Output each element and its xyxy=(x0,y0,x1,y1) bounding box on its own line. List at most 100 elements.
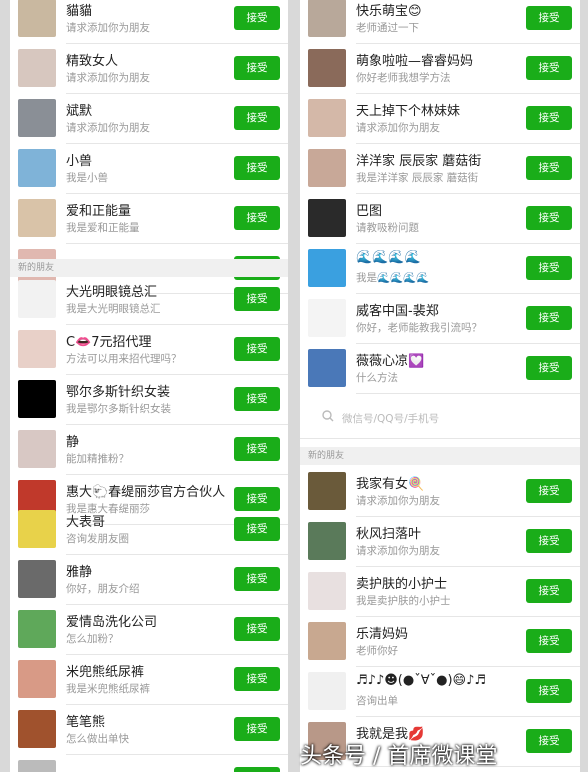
friend-request-row[interactable]: 爱和正能量 我是爱和正能量 接受 xyxy=(10,194,288,244)
avatar[interactable] xyxy=(308,522,346,560)
friend-request-row[interactable]: 小兽 我是小兽 接受 xyxy=(10,144,288,194)
friend-name: 雅静 xyxy=(66,565,93,580)
avatar[interactable] xyxy=(18,430,56,468)
friend-request-row[interactable]: 鄂尔多斯针织女装 我是鄂尔多斯针织女装 接受 xyxy=(10,375,288,425)
avatar[interactable] xyxy=(308,149,346,187)
friend-request-row[interactable]: 薇薇心凉💟 什么方法 接受 xyxy=(300,344,580,394)
accept-button[interactable]: 接受 xyxy=(526,6,572,30)
avatar[interactable] xyxy=(18,99,56,137)
friend-request-row[interactable]: 接受 xyxy=(10,755,288,772)
accept-button[interactable]: 接受 xyxy=(234,156,280,180)
accept-button[interactable]: 接受 xyxy=(234,767,280,772)
avatar[interactable] xyxy=(18,710,56,748)
friend-request-row[interactable]: 快乐萌宝😊 老师通过一下 接受 xyxy=(300,0,580,44)
friend-request-row[interactable]: 我家有女🍭 请求添加你为朋友 接受 xyxy=(300,467,580,517)
accept-button[interactable]: 接受 xyxy=(526,479,572,503)
request-message: 你好老师我想学方法 xyxy=(356,72,451,84)
avatar[interactable] xyxy=(18,610,56,648)
avatar[interactable] xyxy=(18,49,56,87)
friend-name: 惠大🐑春缇丽莎官方合伙人 xyxy=(66,485,226,500)
accept-button[interactable]: 接受 xyxy=(234,667,280,691)
avatar[interactable] xyxy=(308,572,346,610)
request-message: 请求添加你为朋友 xyxy=(66,72,150,84)
accept-button[interactable]: 接受 xyxy=(526,679,572,703)
avatar[interactable] xyxy=(18,330,56,368)
accept-button[interactable]: 接受 xyxy=(234,517,280,541)
accept-button[interactable]: 接受 xyxy=(526,629,572,653)
friend-request-row[interactable]: 乐清妈妈 老师你好 接受 xyxy=(300,617,580,667)
friend-request-row[interactable]: 米兜熊纸尿裤 我是米兜熊纸尿裤 接受 xyxy=(10,655,288,705)
request-message: 我是洋洋家 辰辰家 蘑菇街 xyxy=(356,172,479,184)
avatar[interactable] xyxy=(18,760,56,772)
friend-request-row[interactable]: C👄7元招代理 方法可以用来招代理吗？ 接受 xyxy=(10,325,288,375)
friend-request-row[interactable]: 威客中国-裴郑 你好，老师能教我引流吗？ 接受 xyxy=(300,294,580,344)
right-new-friends-panel: 快乐萌宝😊 老师通过一下 接受 萌象啦啦—睿睿妈妈 你好老师我想学方法 接受 天上掉下个林妹… xyxy=(300,0,580,772)
friend-request-row[interactable]: 雅静 你好，朋友介绍 接受 xyxy=(10,555,288,605)
avatar[interactable] xyxy=(18,660,56,698)
avatar[interactable] xyxy=(308,99,346,137)
accept-button[interactable]: 接受 xyxy=(526,206,572,230)
friend-request-row[interactable]: 卖护肤的小护士 我是卖护肤的小护士 接受 xyxy=(300,567,580,617)
accept-button[interactable]: 接受 xyxy=(234,437,280,461)
avatar[interactable] xyxy=(308,472,346,510)
friend-request-row[interactable]: 笔笔熊 怎么做出单快 接受 xyxy=(10,705,288,755)
accept-button[interactable]: 接受 xyxy=(234,567,280,591)
friend-request-row[interactable]: 秋风扫落叶 请求添加你为朋友 接受 xyxy=(300,517,580,567)
accept-button[interactable]: 接受 xyxy=(526,579,572,603)
accept-button[interactable]: 接受 xyxy=(526,306,572,330)
avatar[interactable] xyxy=(18,510,56,548)
accept-button[interactable]: 接受 xyxy=(526,256,572,280)
search-bar[interactable]: 微信号/QQ号/手机号 xyxy=(300,398,580,439)
accept-button[interactable]: 接受 xyxy=(234,717,280,741)
avatar[interactable] xyxy=(308,199,346,237)
request-message: 咨询出单 xyxy=(356,695,398,707)
request-message: 请求添加你为朋友 xyxy=(356,545,440,557)
friend-name: 巴图 xyxy=(356,204,383,219)
accept-button[interactable]: 接受 xyxy=(526,356,572,380)
avatar[interactable] xyxy=(308,672,346,710)
friend-request-row[interactable]: 大表哥 咨询发朋友圈 接受 xyxy=(10,505,288,555)
request-message: 请求添加你为朋友 xyxy=(66,22,150,34)
avatar[interactable] xyxy=(308,299,346,337)
accept-button[interactable]: 接受 xyxy=(234,6,280,30)
friend-request-row[interactable]: 大光明眼镜总汇 我是大光明眼镜总汇 接受 xyxy=(10,275,288,325)
friend-request-row[interactable]: 爱情岛洗化公司 怎么加粉？ 接受 xyxy=(10,605,288,655)
accept-button[interactable]: 接受 xyxy=(526,529,572,553)
friend-name: 精致女人 xyxy=(66,54,119,69)
avatar[interactable] xyxy=(308,0,346,37)
request-message: 什么方法 xyxy=(356,372,398,384)
request-message: 怎么加粉？ xyxy=(66,633,119,645)
friend-request-row[interactable]: 静能加精推粉？ 接受 xyxy=(10,425,288,475)
friend-request-row[interactable]: 精致女人请求添加你为朋友 接受 xyxy=(10,44,288,94)
accept-button[interactable]: 接受 xyxy=(234,387,280,411)
friend-request-row[interactable]: 洋洋家 辰辰家 蘑菇街 我是洋洋家 辰辰家 蘑菇街 接受 xyxy=(300,144,580,194)
avatar[interactable] xyxy=(308,49,346,87)
accept-button[interactable]: 接受 xyxy=(526,56,572,80)
accept-button[interactable]: 接受 xyxy=(234,106,280,130)
friend-request-row[interactable]: 巴图 请教吸粉问题 接受 xyxy=(300,194,580,244)
friend-request-row[interactable]: 🌊🌊🌊🌊 我是🌊🌊🌊🌊 接受 xyxy=(300,244,580,294)
friend-name: 爱情岛洗化公司 xyxy=(66,615,158,630)
avatar[interactable] xyxy=(18,0,56,37)
accept-button[interactable]: 接受 xyxy=(234,206,280,230)
accept-button[interactable]: 接受 xyxy=(234,56,280,80)
accept-button[interactable]: 接受 xyxy=(526,106,572,130)
friend-request-row[interactable]: 斌默 请求添加你为朋友 接受 xyxy=(10,94,288,144)
friend-request-row[interactable]: 貓貓 请求添加你为朋友 接受 xyxy=(10,0,288,44)
friend-name: 洋洋家 辰辰家 蘑菇街 xyxy=(356,154,482,169)
avatar[interactable] xyxy=(18,280,56,318)
avatar[interactable] xyxy=(18,149,56,187)
friend-request-row[interactable]: 天上掉下个林妹妹 请求添加你为朋友 接受 xyxy=(300,94,580,144)
avatar[interactable] xyxy=(18,560,56,598)
avatar[interactable] xyxy=(308,622,346,660)
friend-request-row[interactable]: ♬♪♪☻(●ˇ∀ˇ●)😄♪♬ 咨询出单 接受 xyxy=(300,667,580,717)
accept-button[interactable]: 接受 xyxy=(234,337,280,361)
accept-button[interactable]: 接受 xyxy=(234,287,280,311)
friend-request-row[interactable]: 萌象啦啦—睿睿妈妈 你好老师我想学方法 接受 xyxy=(300,44,580,94)
avatar[interactable] xyxy=(18,380,56,418)
accept-button[interactable]: 接受 xyxy=(526,156,572,180)
accept-button[interactable]: 接受 xyxy=(234,617,280,641)
avatar[interactable] xyxy=(308,349,346,387)
avatar[interactable] xyxy=(308,249,346,287)
avatar[interactable] xyxy=(18,199,56,237)
